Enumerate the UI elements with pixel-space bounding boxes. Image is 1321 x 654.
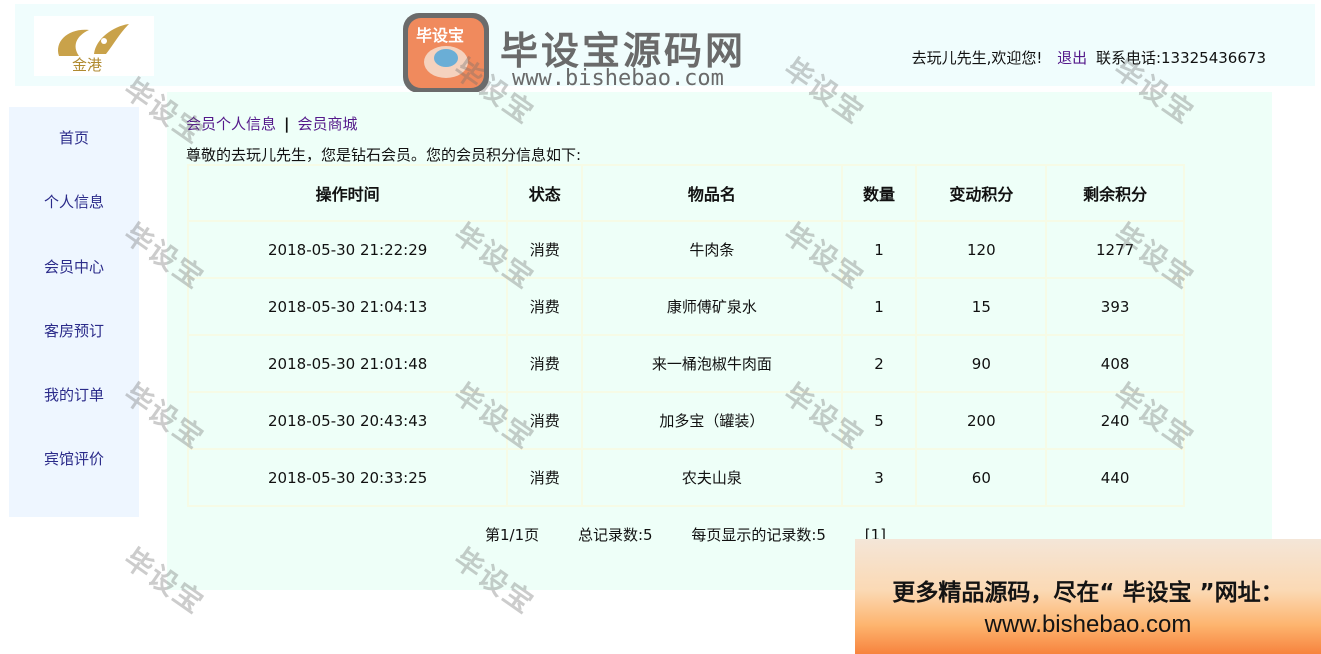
cell-points-change: 200 [915,391,1048,450]
user-welcome-bar: 去玩儿先生,欢迎您! 退出 联系电话:13325436673 [912,47,1266,68]
cell-points-change: 120 [915,220,1048,279]
cell-time: 2018-05-30 21:04:13 [186,277,509,336]
cell-points-change: 15 [915,277,1048,336]
table-row: 2018-05-30 21:22:29 消费 牛肉条 1 120 1277 [186,220,1185,279]
col-header-points-change: 变动积分 [915,164,1048,222]
col-header-points-remaining: 剩余积分 [1045,164,1185,222]
cell-time: 2018-05-30 21:22:29 [186,220,509,279]
table-row: 2018-05-30 20:43:43 消费 加多宝（罐装） 5 200 240 [186,391,1185,450]
cell-time: 2018-05-30 20:43:43 [186,391,509,450]
brand-banner: 毕设宝 毕设宝源码网 www.bishebao.com [400,8,780,98]
cell-item: 来一桶泡椒牛肉面 [581,334,843,393]
cell-quantity: 3 [840,448,918,507]
cell-item: 加多宝（罐装） [581,391,843,450]
sidebar-item-hotel-review[interactable]: 宾馆评价 [9,448,139,469]
sidebar-item-room-booking[interactable]: 客房预订 [9,320,139,341]
cell-points-change: 90 [915,334,1048,393]
promo-url[interactable]: www.bishebao.com [855,611,1321,639]
sidebar-item-profile[interactable]: 个人信息 [9,191,139,212]
tab-member-mall[interactable]: 会员商城 [298,115,358,133]
cell-item: 康师傅矿泉水 [581,277,843,336]
cell-status: 消费 [506,391,584,450]
site-logo[interactable]: 金港 [34,16,154,76]
contact-phone: 联系电话:13325436673 [1095,49,1266,67]
logout-link[interactable]: 退出 [1057,49,1087,67]
points-greeting: 尊敬的去玩儿先生，您是钻石会员。您的会员积分信息如下: [186,146,582,164]
cell-item: 牛肉条 [581,220,843,279]
brand-badge-text: 毕设宝 [416,26,465,45]
cell-quantity: 1 [840,277,918,336]
cell-points-remaining: 1277 [1045,220,1185,279]
cell-points-remaining: 240 [1045,391,1185,450]
col-header-item: 物品名 [581,164,843,222]
cell-points-remaining: 440 [1045,448,1185,507]
cell-quantity: 1 [840,220,918,279]
sidebar-item-member-center[interactable]: 会员中心 [9,256,139,277]
table-row: 2018-05-30 20:33:25 消费 农夫山泉 3 60 440 [186,448,1185,507]
sidebar-item-home[interactable]: 首页 [9,127,139,148]
cell-quantity: 5 [840,391,918,450]
col-header-time: 操作时间 [186,164,509,222]
cell-status: 消费 [506,220,584,279]
promo-text: 更多精品源码，尽在“ 毕设宝 ”网址： [892,580,1284,606]
cell-status: 消费 [506,334,584,393]
main-content: 会员个人信息 | 会员商城 尊敬的去玩儿先生，您是钻石会员。您的会员积分信息如下: … [167,92,1272,590]
member-tabs: 会员个人信息 | 会员商城 [186,113,358,134]
cell-time: 2018-05-30 20:33:25 [186,448,509,507]
sidebar-item-my-orders[interactable]: 我的订单 [9,384,139,405]
cell-quantity: 2 [840,334,918,393]
cell-points-change: 60 [915,448,1048,507]
cell-status: 消费 [506,277,584,336]
table-row: 2018-05-30 21:04:13 消费 康师傅矿泉水 1 15 393 [186,277,1185,336]
sidebar-nav: 首页 个人信息 会员中心 客房预订 我的订单 宾馆评价 [9,107,139,517]
promo-banner[interactable]: 更多精品源码，尽在“ 毕设宝 ”网址： www.bishebao.com [855,539,1321,654]
logo-text: 金港 [72,56,103,74]
cell-status: 消费 [506,448,584,507]
page-indicator: 第1/1页 [485,526,540,544]
cell-time: 2018-05-30 21:01:48 [186,334,509,393]
total-records: 总记录数:5 [577,526,653,544]
col-header-status: 状态 [506,164,584,222]
welcome-text: 去玩儿先生,欢迎您! [911,49,1043,67]
records-per-page: 每页显示的记录数:5 [691,526,826,544]
tab-member-info[interactable]: 会员个人信息 [186,115,276,133]
brand-url: www.bishebao.com [512,66,724,91]
table-header-row: 操作时间 状态 物品名 数量 变动积分 剩余积分 [186,164,1185,222]
table-row: 2018-05-30 21:01:48 消费 来一桶泡椒牛肉面 2 90 408 [186,334,1185,393]
tab-separator: | [284,115,290,133]
cell-points-remaining: 408 [1045,334,1185,393]
cell-item: 农夫山泉 [581,448,843,507]
points-table: 操作时间 状态 物品名 数量 变动积分 剩余积分 2018-05-30 21:2… [186,164,1185,507]
cell-points-remaining: 393 [1045,277,1185,336]
col-header-quantity: 数量 [840,164,918,222]
